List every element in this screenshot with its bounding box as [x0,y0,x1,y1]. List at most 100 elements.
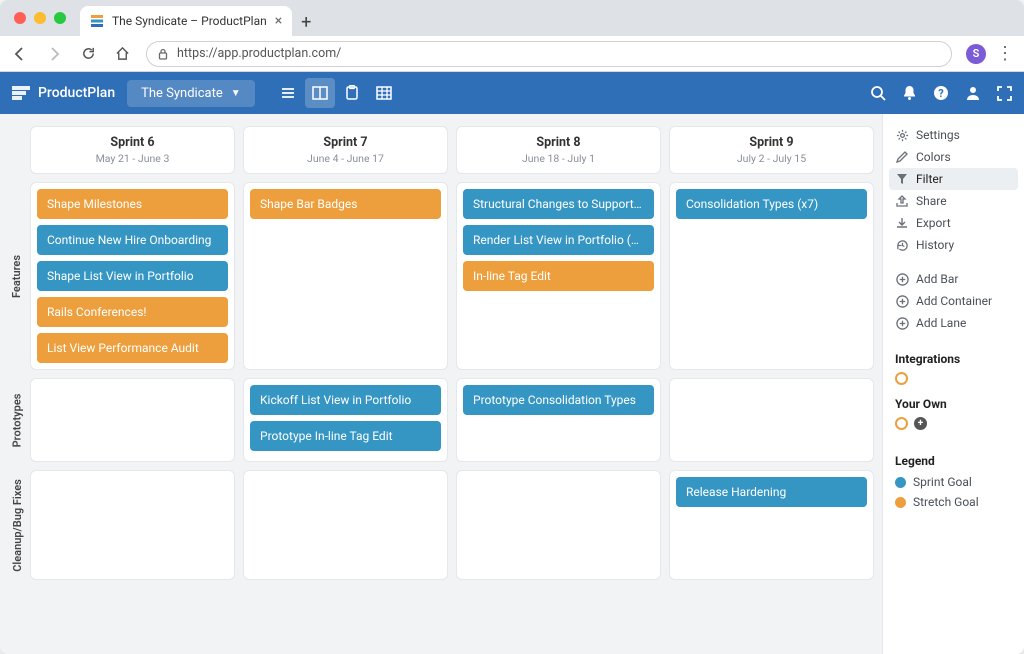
list-view-button[interactable] [273,78,303,108]
lane-cell[interactable]: Shape Bar Badges [243,182,448,370]
browser-menu-icon[interactable]: ⋮ [996,43,1014,64]
url-text: https://app.productplan.com/ [177,46,341,61]
board-grid: Sprint 6 May 21 - June 3 Shape Milestones C… [30,126,874,642]
home-button[interactable] [112,46,132,61]
roadmap-card[interactable]: Rails Conferences! [37,297,228,327]
close-window-button[interactable] [14,12,26,24]
column-dates: June 18 - July 1 [461,152,656,165]
close-tab-icon[interactable]: × [275,14,282,28]
board-area: FeaturesPrototypesCleanup/Bug Fixes Spri… [0,114,882,654]
table-view-button[interactable] [369,78,399,108]
integration-dot-icon[interactable] [895,417,908,430]
history-icon [895,239,909,252]
lane-label[interactable]: Cleanup/Bug Fixes [4,466,30,584]
your-own-heading: Your Own [889,391,1018,415]
roadmap-card[interactable]: Continue New Hire Onboarding [37,225,228,255]
user-icon[interactable] [965,85,981,101]
roadmap-card[interactable]: Shape List View in Portfolio [37,261,228,291]
back-button[interactable] [10,46,30,62]
column-header[interactable]: Sprint 9 July 2 - July 15 [669,126,874,174]
app-logo[interactable]: ProductPlan [12,85,115,101]
sidebar-share[interactable]: Share [889,190,1018,212]
lane-label[interactable]: Prototypes [4,374,30,466]
maximize-window-button[interactable] [54,12,66,24]
legend-dot-blue [895,477,906,488]
roadmap-card[interactable]: Structural Changes to Support ... [463,189,654,219]
plan-selector[interactable]: The Syndicate ▼ [127,80,255,107]
column-dates: July 2 - July 15 [674,152,869,165]
address-bar[interactable]: https://app.productplan.com/ [146,41,952,67]
sidebar-add-bar[interactable]: Add Bar [889,268,1018,290]
column-header[interactable]: Sprint 8 June 18 - July 1 [456,126,661,174]
roadmap-card[interactable]: Shape Bar Badges [250,189,441,219]
product-name: ProductPlan [38,85,115,101]
plus-circle-icon [895,317,909,330]
sidebar-add-lane[interactable]: Add Lane [889,312,1018,334]
sidebar-export[interactable]: Export [889,212,1018,234]
roadmap-card[interactable]: Render List View in Portfolio (b... [463,225,654,255]
board-column: Sprint 9 July 2 - July 15 Consolidation Ty… [669,126,874,642]
column-title: Sprint 6 [35,135,230,150]
legend-sprint-goal: Sprint Goal [889,472,1018,492]
board-view-button[interactable] [305,78,335,108]
column-header[interactable]: Sprint 6 May 21 - June 3 [30,126,235,174]
lane-cell[interactable]: Release Hardening [669,470,874,580]
sidebar-add-container[interactable]: Add Container [889,290,1018,312]
lane-cell[interactable]: Consolidation Types (x7) [669,182,874,370]
lane-cell[interactable]: Prototype Consolidation Types [456,378,661,462]
board-column: Sprint 7June 4 - June 17 Shape Bar Badges… [243,126,448,642]
lane-cell[interactable] [669,378,874,462]
column-title: Sprint 9 [674,135,869,150]
forward-button[interactable] [44,46,64,62]
lane-cell[interactable] [30,378,235,462]
board-column: Sprint 8 June 18 - July 1 Structural Chang… [456,126,661,642]
sidebar-colors[interactable]: Colors [889,146,1018,168]
lane-cell[interactable]: Structural Changes to Support ... Render … [456,182,661,370]
pencil-icon [895,151,909,163]
roadmap-card[interactable]: Kickoff List View in Portfolio [250,385,441,415]
minimize-window-button[interactable] [34,12,46,24]
browser-toolbar: https://app.productplan.com/ S ⋮ [0,36,1024,72]
favicon-icon [90,14,104,28]
add-integration-button[interactable]: + [914,417,927,430]
bell-icon[interactable] [902,85,917,101]
new-tab-button[interactable]: + [292,8,320,36]
lane-cell[interactable] [456,470,661,580]
column-title: Sprint 8 [461,135,656,150]
browser-tab[interactable]: The Syndicate – ProductPlan × [80,6,292,36]
roadmap-card[interactable]: Prototype Consolidation Types [463,385,654,415]
column-dates: May 21 - June 3 [35,152,230,165]
tab-title: The Syndicate – ProductPlan [112,14,267,28]
fullscreen-icon[interactable] [997,86,1012,101]
right-sidebar: Settings Colors Filter Share Export Hist… [882,114,1024,654]
integrations-heading: Integrations [889,346,1018,370]
roadmap-card[interactable]: Prototype In-line Tag Edit [250,421,441,451]
lane-labels: FeaturesPrototypesCleanup/Bug Fixes [4,126,30,642]
gear-icon [895,129,909,142]
lane-cell[interactable]: Shape Milestones Continue New Hire Onboar… [30,182,235,370]
column-header[interactable]: Sprint 7June 4 - June 17 [243,126,448,174]
roadmap-card[interactable]: Shape Milestones [37,189,228,219]
roadmap-card[interactable]: In-line Tag Edit [463,261,654,291]
legend-stretch-goal: Stretch Goal [889,492,1018,512]
search-icon[interactable] [870,85,886,101]
roadmap-card[interactable]: Release Hardening [676,477,867,507]
reload-button[interactable] [78,46,98,61]
window-controls [8,0,80,36]
logo-icon [12,86,30,100]
clipboard-view-button[interactable] [337,78,367,108]
sidebar-history[interactable]: History [889,234,1018,256]
help-icon[interactable]: ? [933,85,949,101]
profile-avatar[interactable]: S [966,44,986,64]
column-title: Sprint 7 [248,135,443,150]
integration-dot-icon[interactable] [895,372,908,385]
lane-cell[interactable] [243,470,448,580]
sidebar-filter[interactable]: Filter [889,168,1018,190]
lane-cell[interactable] [30,470,235,580]
lane-label[interactable]: Features [4,178,30,374]
plus-circle-icon [895,295,909,308]
roadmap-card[interactable]: Consolidation Types (x7) [676,189,867,219]
sidebar-settings[interactable]: Settings [889,124,1018,146]
roadmap-card[interactable]: List View Performance Audit [37,333,228,363]
lane-cell[interactable]: Kickoff List View in Portfolio Prototype … [243,378,448,462]
